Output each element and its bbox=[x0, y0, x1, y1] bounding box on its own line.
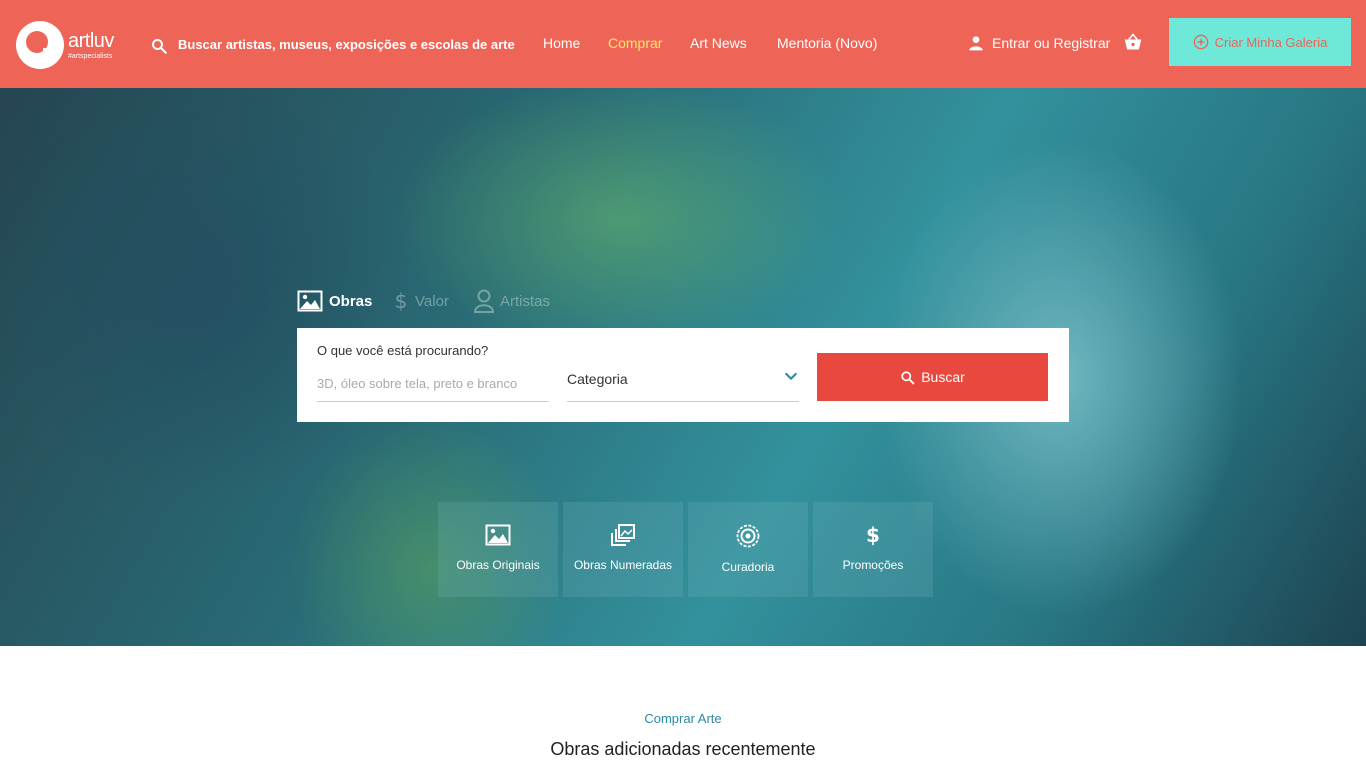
logo[interactable]: artluv #artspecialists bbox=[16, 20, 126, 70]
tile-curadoria[interactable]: Curadoria bbox=[688, 502, 808, 597]
stack-icon bbox=[611, 524, 635, 546]
artwork-search-input[interactable] bbox=[317, 366, 549, 402]
login-label: Entrar ou Registrar bbox=[992, 35, 1111, 51]
user-icon bbox=[969, 36, 983, 51]
search-field-label: O que você está procurando? bbox=[317, 343, 489, 358]
section-kicker[interactable]: Comprar Arte bbox=[0, 711, 1366, 726]
chevron-down-icon bbox=[784, 372, 798, 381]
nav-mentoria[interactable]: Mentoria (Novo) bbox=[777, 32, 877, 54]
tile-promocoes[interactable]: $ Promoções bbox=[813, 502, 933, 597]
tab-valor[interactable]: $ Valor bbox=[393, 288, 449, 314]
curation-icon bbox=[736, 524, 760, 548]
tab-artistas-label: Artistas bbox=[500, 292, 551, 310]
tab-obras[interactable]: Obras bbox=[297, 288, 372, 314]
basket-icon[interactable] bbox=[1123, 32, 1143, 52]
tab-valor-label: Valor bbox=[415, 292, 449, 310]
tile-label: Obras Numeradas bbox=[573, 558, 673, 572]
tab-obras-label: Obras bbox=[329, 292, 373, 310]
site-header: artluv #artspecialists Buscar artistas, … bbox=[0, 0, 1366, 88]
image-icon bbox=[297, 290, 323, 312]
logo-mark bbox=[16, 21, 64, 69]
tile-label: Promoções bbox=[842, 558, 904, 572]
hero-banner: Obras $ Valor Artistas O que você está p… bbox=[0, 88, 1366, 646]
buscar-button[interactable]: Buscar bbox=[817, 353, 1048, 401]
header-search-input[interactable]: Buscar artistas, museus, exposições e es… bbox=[178, 34, 515, 56]
svg-text:$: $ bbox=[866, 524, 880, 546]
category-select[interactable]: Categoria bbox=[567, 366, 799, 402]
tile-label: Obras Originais bbox=[456, 558, 540, 572]
search-panel: O que você está procurando? Categoria Bu… bbox=[297, 328, 1069, 422]
dollar-icon: $ bbox=[866, 524, 880, 546]
image-icon bbox=[485, 524, 511, 546]
login-link[interactable]: Entrar ou Registrar bbox=[968, 32, 1110, 54]
nav-art-news[interactable]: Art News bbox=[690, 32, 747, 54]
dollar-icon: $ bbox=[395, 290, 408, 312]
tile-obras-originais[interactable]: Obras Originais bbox=[438, 502, 558, 597]
search-icon[interactable] bbox=[150, 37, 168, 55]
tile-obras-numeradas[interactable]: Obras Numeradas bbox=[563, 502, 683, 597]
tab-artistas[interactable]: Artistas bbox=[474, 288, 550, 314]
buscar-button-label: Buscar bbox=[921, 369, 965, 385]
person-icon bbox=[474, 289, 494, 313]
create-gallery-label: Criar Minha Galeria bbox=[1214, 34, 1328, 50]
category-select-value: Categoria bbox=[567, 371, 628, 387]
create-gallery-button[interactable]: Criar Minha Galeria bbox=[1169, 18, 1351, 66]
svg-text:$: $ bbox=[395, 290, 408, 312]
logo-tagline: #artspecialists bbox=[68, 52, 113, 60]
logo-name: artluv bbox=[68, 29, 114, 52]
nav-home[interactable]: Home bbox=[543, 32, 580, 54]
nav-comprar[interactable]: Comprar bbox=[608, 32, 662, 54]
section-title: Obras adicionadas recentemente bbox=[550, 739, 816, 759]
search-icon bbox=[901, 370, 915, 384]
tile-label: Curadoria bbox=[721, 560, 775, 574]
plus-circle-icon bbox=[1193, 34, 1208, 50]
